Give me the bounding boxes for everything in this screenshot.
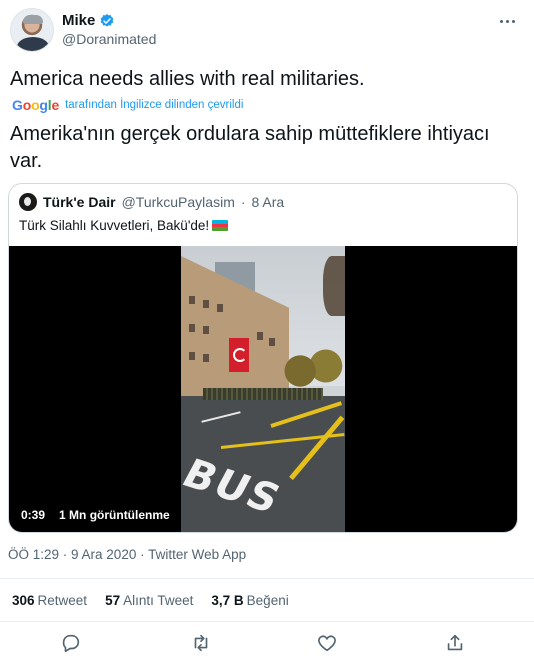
video-frame: BUS — [181, 246, 345, 532]
reply-icon[interactable] — [60, 632, 82, 654]
translation-attribution: Google tarafından İngilizce dilinden çev… — [12, 97, 243, 113]
turkish-flag — [229, 338, 249, 372]
azerbaijan-flag-icon — [212, 220, 229, 231]
window — [257, 332, 263, 340]
author-name-row: Mike — [62, 12, 115, 29]
window — [269, 338, 275, 346]
tweet-header: Mike @Doranimated — [10, 8, 524, 54]
marching-soldiers — [203, 388, 323, 400]
quote-date: 8 Ara — [251, 194, 285, 210]
window — [189, 352, 195, 360]
author-avatar[interactable] — [10, 8, 54, 52]
translation-note[interactable]: tarafından İngilizce dilinden çevrildi — [65, 99, 243, 111]
google-logo: Google — [12, 97, 60, 113]
quote-separator: · — [240, 194, 246, 210]
tweet-text: America needs allies with real militarie… — [10, 68, 365, 90]
like-heart-icon[interactable] — [316, 632, 338, 654]
action-bar — [0, 632, 534, 658]
window — [203, 300, 209, 308]
quote-text: Türk Silahlı Kuvvetleri, Bakü'de! — [19, 218, 210, 233]
more-options-icon[interactable] — [496, 14, 518, 28]
author-handle[interactable]: @Doranimated — [62, 31, 156, 47]
window — [203, 326, 209, 334]
quote-author-handle: @TurkcuPaylasim — [121, 194, 235, 210]
divider — [0, 621, 534, 622]
tweet-timestamp[interactable]: ÖÖ 1:29 · 9 Ara 2020 · Twitter Web App — [8, 547, 246, 562]
tree-branches — [323, 256, 345, 316]
window — [189, 324, 195, 332]
avatar-shoulders — [17, 37, 49, 51]
window — [217, 304, 223, 312]
quote-text-row: Türk Silahlı Kuvvetleri, Bakü'de! — [19, 218, 229, 233]
engagement-stats: 306 Retweet 57 Alıntı Tweet 3,7 B Beğeni — [12, 593, 289, 608]
avatar-hair — [23, 15, 43, 24]
video-duration: 0:39 — [21, 508, 46, 522]
quote-tweet-count[interactable]: 57 Alıntı Tweet — [105, 593, 193, 608]
retweet-count[interactable]: 306 Retweet — [12, 593, 87, 608]
window — [203, 354, 209, 362]
window — [189, 296, 195, 304]
video-views: 1 Mn görüntülenme — [59, 508, 170, 522]
quote-author-name: Türk'e Dair — [43, 194, 116, 210]
like-count[interactable]: 3,7 B Beğeni — [211, 593, 288, 608]
quote-avatar — [19, 193, 37, 211]
video-player[interactable]: BUS 0:39 1 Mn görüntülenme — [9, 246, 517, 532]
video-info: 0:39 1 Mn görüntülenme — [21, 508, 170, 522]
quote-header: Türk'e Dair @TurkcuPaylasim · 8 Ara — [19, 193, 284, 211]
share-icon[interactable] — [444, 632, 466, 654]
translated-text: Amerika'nın gerçek ordulara sahip müttef… — [10, 123, 490, 172]
author-name[interactable]: Mike — [62, 12, 95, 29]
verified-badge-icon — [101, 13, 114, 27]
retweet-icon[interactable] — [190, 632, 212, 654]
divider — [0, 578, 534, 579]
quoted-tweet[interactable]: Türk'e Dair @TurkcuPaylasim · 8 Ara Türk… — [8, 183, 518, 533]
